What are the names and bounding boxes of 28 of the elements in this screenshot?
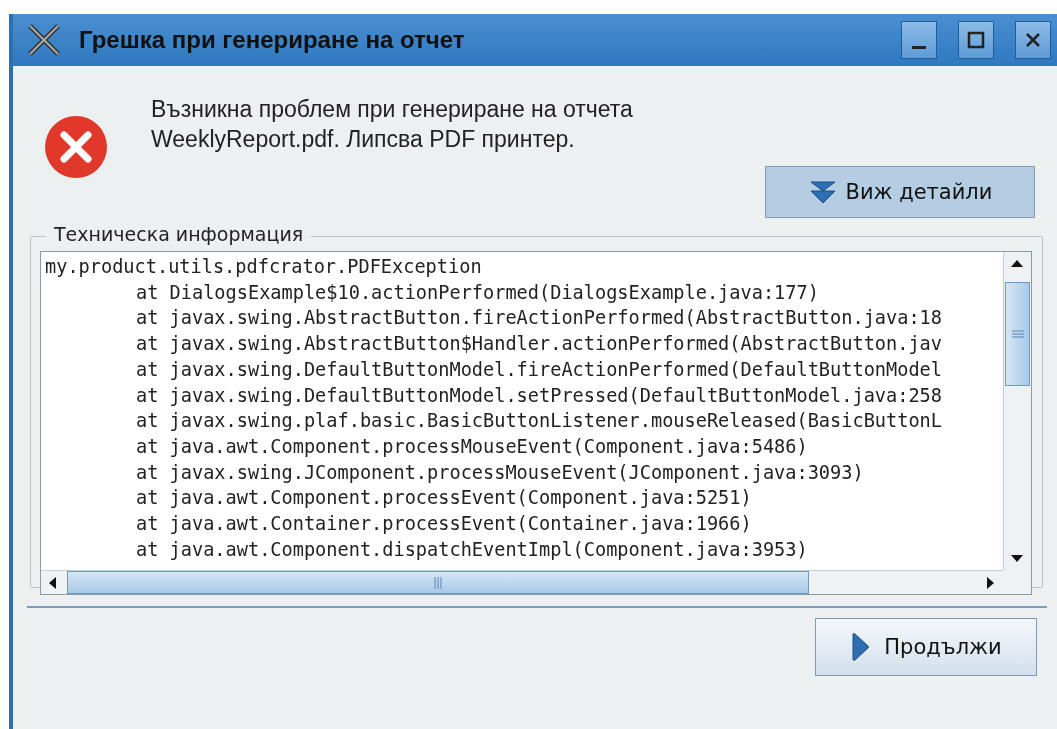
play-arrow-icon [850, 632, 871, 662]
error-icon [43, 114, 109, 180]
stack-frame-line: at java.awt.Component.dispatchEventImpl(Component.java:3953) [135, 537, 809, 562]
stack-frame-line: at javax.swing.DefaultButtonModel.fireActionPerformed(DefaultButtonModel [135, 357, 943, 382]
stack-frame-line: at javax.swing.AbstractButton$Handler.actionPerformed(AbstractButton.jav [135, 332, 943, 357]
continue-button[interactable]: Продължи [815, 618, 1037, 676]
stack-frame-line: at javax.swing.AbstractButton.fireActionPerformed(AbstractButton.java:18 [135, 306, 943, 331]
stack-frame-line: at java.awt.Container.processEvent(Container.java:1966) [135, 512, 753, 537]
stack-frame-line: at javax.swing.JComponent.processMouseEvent(JComponent.java:3093) [135, 460, 865, 485]
stack-frame-line: at javax.swing.plaf.basic.BasicButtonListener.mouseReleased(BasicButtonL [135, 409, 943, 434]
minimize-icon [912, 45, 926, 49]
minimize-button[interactable] [901, 21, 937, 59]
maximize-icon [966, 30, 986, 50]
stack-frame-line: at java.awt.Component.processEvent(Component.java:5251) [135, 486, 753, 511]
error-message: Възникна проблем при генериране на отчета WeeklyReport.pdf. Липсва PDF принтер. [151, 95, 634, 154]
stack-frame-line: at javax.swing.DefaultButtonModel.setPressed(DefaultButtonModel.java:258 [135, 383, 943, 408]
x-logo-icon [27, 23, 61, 57]
scroll-thumb[interactable] [67, 571, 809, 594]
horizontal-scrollbar[interactable] [41, 570, 1003, 594]
vertical-scrollbar[interactable] [1003, 252, 1031, 570]
exception-line: my.product.utils.pdfcrator.PDFException [45, 255, 483, 279]
stack-frame-line: at DialogsExample$10.actionPerformed(DialogsExample.java:177) [135, 280, 820, 305]
scroll-thumb[interactable] [1005, 282, 1030, 386]
close-button[interactable] [1015, 21, 1051, 59]
details-button[interactable]: Виж детайли [765, 166, 1035, 218]
window-title: Грешка при генериране на отчет [79, 26, 466, 54]
maximize-button[interactable] [958, 21, 994, 59]
stack-frame-line: at java.awt.Component.processMouseEvent(Component.java:5486) [135, 434, 809, 459]
